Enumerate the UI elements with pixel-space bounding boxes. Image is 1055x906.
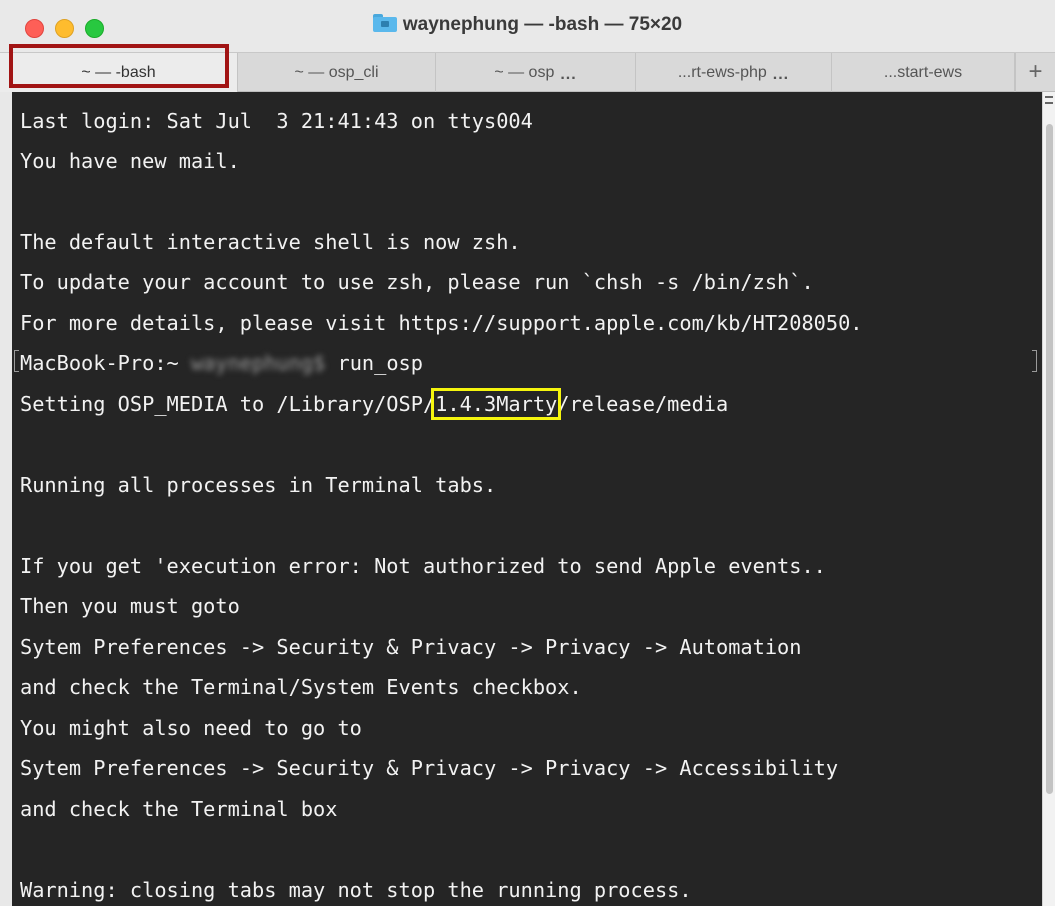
terminal-line: The default interactive shell is now zsh… xyxy=(20,230,521,254)
tab-activity-indicator: ... xyxy=(772,66,790,83)
terminal-output[interactable]: Last login: Sat Jul 3 21:41:43 on ttys00… xyxy=(12,92,1042,906)
terminal-window: waynephung — -bash — 75×20 ~ — -bash ~ —… xyxy=(0,0,1055,906)
tab-rt-ews-php[interactable]: ...rt-ews-php... xyxy=(636,53,832,92)
vertical-scrollbar[interactable] xyxy=(1042,92,1055,906)
active-tab-highlight xyxy=(9,44,229,88)
window-title-container: waynephung — -bash — 75×20 xyxy=(0,14,1055,36)
tab-osp-cli[interactable]: ~ — osp_cli xyxy=(238,53,436,92)
terminal-line: Warning: closing tabs may not stop the r… xyxy=(20,878,692,902)
terminal-line: To update your account to use zsh, pleas… xyxy=(20,270,814,294)
terminal-line: Sytem Preferences -> Security & Privacy … xyxy=(20,756,839,780)
terminal-line: For more details, please visit https://s… xyxy=(20,311,863,335)
tab-label: ~ — osp_cli xyxy=(294,64,379,81)
terminal-line: Sytem Preferences -> Security & Privacy … xyxy=(20,635,802,659)
prompt-line: MacBook-Pro:~ waynephung$ run_osp xyxy=(20,343,423,383)
terminal-line: You might also need to go to xyxy=(20,716,362,740)
terminal-line: and check the Terminal/System Events che… xyxy=(20,675,582,699)
tab-osp[interactable]: ~ — osp... xyxy=(436,53,636,92)
line-mark-left xyxy=(14,350,19,372)
prompt-host: MacBook-Pro:~ xyxy=(20,351,191,375)
tab-start-ews[interactable]: ...start-ews xyxy=(832,53,1015,92)
tab-label: ...start-ews xyxy=(883,64,963,81)
terminal-line: and check the Terminal box xyxy=(20,797,338,821)
terminal-line: Running all processes in Terminal tabs. xyxy=(20,473,497,497)
media-line: Setting OSP_MEDIA to /Library/OSP/1.4.3M… xyxy=(20,384,728,424)
tab-label: ~ — osp xyxy=(494,64,555,81)
line-mark-right xyxy=(1032,350,1037,372)
media-suffix: /release/media xyxy=(557,392,729,416)
terminal-line: You have new mail. xyxy=(20,149,240,173)
home-folder-icon xyxy=(372,14,397,32)
new-tab-button[interactable]: + xyxy=(1015,53,1055,92)
media-prefix: Setting OSP_MEDIA to /Library/OSP/ xyxy=(20,392,436,416)
terminal-line: Last login: Sat Jul 3 21:41:43 on ttys00… xyxy=(20,109,533,133)
window-title: waynephung — -bash — 75×20 xyxy=(402,14,683,35)
scrollbar-thumb[interactable] xyxy=(1046,124,1053,794)
scroll-marker-icon xyxy=(1045,96,1053,104)
tab-label: ...rt-ews-php xyxy=(677,64,767,81)
tab-activity-indicator: ... xyxy=(560,66,577,83)
version-highlight: 1.4.3Marty xyxy=(431,388,562,420)
terminal-line: If you get 'execution error: Not authori… xyxy=(20,554,826,578)
prompt-command: run_osp xyxy=(325,351,423,375)
prompt-user: waynephung$ xyxy=(190,351,326,375)
terminal-line: Then you must goto xyxy=(20,594,240,618)
